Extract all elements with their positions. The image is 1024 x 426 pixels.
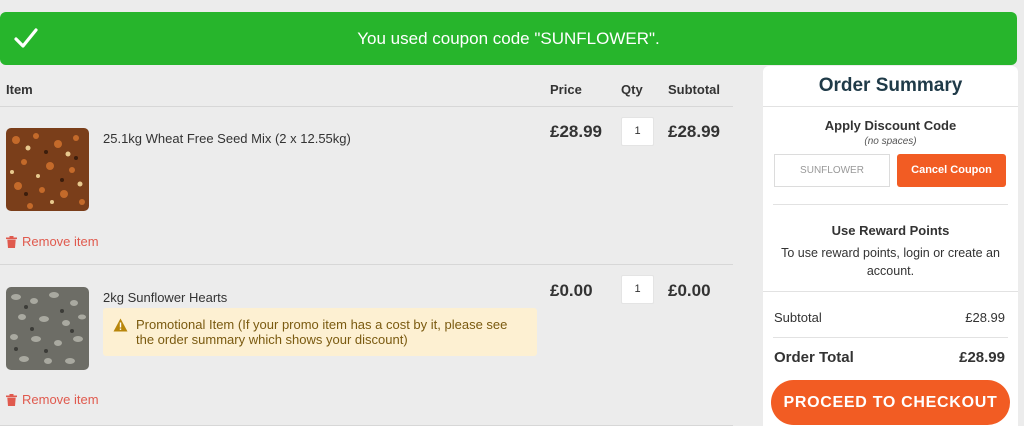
remove-item-link[interactable]: Remove item xyxy=(6,392,99,407)
coupon-code-input[interactable]: SUNFLOWER xyxy=(774,154,890,187)
column-qty: Qty xyxy=(621,82,643,97)
divider xyxy=(773,337,1008,338)
cancel-coupon-button[interactable]: Cancel Coupon xyxy=(897,154,1006,187)
cart-row: 25.1kg Wheat Free Seed Mix (2 x 12.55kg)… xyxy=(0,108,733,265)
item-subtotal: £0.00 xyxy=(668,281,711,300)
order-summary-panel: Order Summary Apply Discount Code (no sp… xyxy=(763,66,1018,426)
column-price: Price xyxy=(550,82,582,97)
trash-icon xyxy=(6,235,17,248)
coupon-success-banner: You used coupon code "SUNFLOWER". xyxy=(0,12,1017,65)
banner-message: You used coupon code "SUNFLOWER". xyxy=(357,29,660,48)
warning-icon xyxy=(113,318,128,332)
order-total-label: Order Total xyxy=(774,349,854,366)
column-subtotal: Subtotal xyxy=(668,82,720,97)
sunflower-hearts-image[interactable] xyxy=(6,287,89,370)
product-name[interactable]: 25.1kg Wheat Free Seed Mix (2 x 12.55kg) xyxy=(103,131,351,146)
divider xyxy=(773,204,1008,205)
discount-title: Apply Discount Code xyxy=(824,118,957,133)
table-header: Item Price Qty Subtotal xyxy=(0,65,733,107)
proceed-to-checkout-button[interactable]: PROCEED TO CHECKOUT xyxy=(771,380,1010,425)
summary-title: Order Summary xyxy=(818,75,963,96)
reward-points-title: Use Reward Points xyxy=(831,223,950,238)
reward-points-text: To use reward points, login or create an… xyxy=(781,246,1000,278)
quantity-input[interactable]: 1 xyxy=(621,117,654,146)
seed-mix-image[interactable] xyxy=(6,128,89,211)
divider xyxy=(763,106,1018,107)
subtotal-value: £28.99 xyxy=(965,310,1005,325)
item-subtotal: £28.99 xyxy=(668,122,720,141)
subtotal-label: Subtotal xyxy=(774,310,822,325)
discount-note: (no spaces) xyxy=(864,136,917,147)
column-item: Item xyxy=(6,82,33,97)
quantity-input[interactable]: 1 xyxy=(621,275,654,304)
promotional-item-notice: Promotional Item (If your promo item has… xyxy=(103,308,537,356)
remove-item-label: Remove item xyxy=(22,234,99,249)
promo-text: Promotional Item (If your promo item has… xyxy=(136,317,508,347)
item-price: £0.00 xyxy=(550,281,593,300)
trash-icon xyxy=(6,393,17,406)
divider xyxy=(763,291,1018,292)
item-price: £28.99 xyxy=(550,122,602,141)
order-total-value: £28.99 xyxy=(959,349,1005,366)
cart-table: Item Price Qty Subtotal 25.1kg Wheat Fre… xyxy=(0,65,733,426)
product-name[interactable]: 2kg Sunflower Hearts xyxy=(103,290,227,305)
remove-item-link[interactable]: Remove item xyxy=(6,234,99,249)
remove-item-label: Remove item xyxy=(22,392,99,407)
